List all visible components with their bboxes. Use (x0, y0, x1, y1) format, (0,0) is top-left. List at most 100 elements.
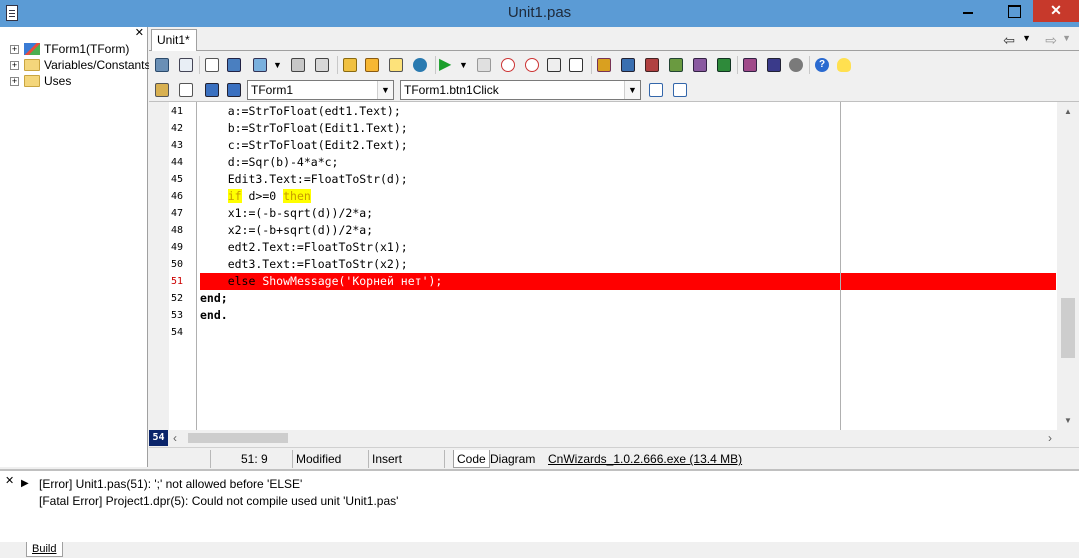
implementation-icon[interactable] (225, 81, 243, 99)
chevron-down-icon[interactable]: ▼ (273, 56, 285, 74)
scrollbar-thumb[interactable] (1061, 298, 1075, 358)
scroll-left-icon[interactable]: ‹ (173, 431, 177, 445)
close-window-button[interactable]: ✕ (1033, 0, 1079, 22)
code-line[interactable]: edt3.Text:=FloatToStr(x2); (200, 256, 1056, 273)
minimize-button[interactable] (953, 0, 983, 22)
wizard-tool-icon[interactable] (765, 56, 783, 74)
tab-unit1[interactable]: Unit1* (151, 29, 197, 51)
expand-arrow-icon[interactable]: ▶ (21, 478, 29, 489)
class-combo[interactable]: TForm1 ▼ (247, 80, 394, 100)
scroll-up-icon[interactable]: ▲ (1064, 107, 1072, 116)
code-line[interactable]: end. (200, 307, 1056, 324)
line-number: 50 (171, 259, 184, 270)
expand-icon[interactable]: + (10, 45, 19, 54)
code-line[interactable]: d:=Sqr(b)-4*a*c; (200, 154, 1056, 171)
wizard-tool-icon[interactable] (643, 56, 661, 74)
code-editor[interactable]: 41 42 43 44 45 46 47 48 49 50 51 52 53 5… (149, 102, 1079, 430)
units-icon[interactable] (153, 81, 171, 99)
expand-icon[interactable]: + (10, 61, 19, 70)
pause-icon[interactable] (475, 56, 493, 74)
message-fatal-error[interactable]: [Fatal Error] Project1.dpr(5): Could not… (39, 494, 398, 508)
chevron-down-icon[interactable]: ▼ (624, 81, 640, 99)
wizard-tool-icon[interactable] (741, 56, 759, 74)
maximize-button[interactable] (999, 0, 1029, 22)
save-all-icon[interactable] (313, 56, 331, 74)
code-line[interactable]: x1:=(-b-sqrt(d))/2*a; (200, 205, 1056, 222)
line-number: 53 (171, 310, 184, 321)
tab-code[interactable]: Code (453, 450, 490, 468)
scrollbar-thumb[interactable] (188, 433, 288, 443)
new-form-icon[interactable] (225, 56, 243, 74)
add-file-icon[interactable] (363, 56, 381, 74)
horizontal-scrollbar[interactable]: ‹ › (168, 430, 1057, 446)
toggle-icon[interactable] (411, 56, 429, 74)
interface-icon[interactable] (203, 81, 221, 99)
tip-lightbulb-icon[interactable] (835, 56, 853, 74)
scroll-down-icon[interactable]: ▼ (1064, 416, 1072, 425)
code-line[interactable]: Edit3.Text:=FloatToStr(d); (200, 171, 1056, 188)
chevron-down-icon[interactable]: ▼ (1022, 33, 1031, 43)
back-arrow-icon[interactable]: ⇦ (1003, 32, 1015, 49)
tab-diagram[interactable]: Diagram (487, 450, 538, 468)
tree-item-uses[interactable]: + Uses (0, 73, 147, 89)
chevron-down-icon[interactable]: ▼ (1062, 33, 1071, 43)
title-bar: Unit1.pas ✕ (0, 0, 1079, 27)
line-number: 46 (171, 191, 184, 202)
folder-icon (24, 75, 40, 87)
tree-item-label: Uses (44, 74, 72, 88)
code-line[interactable]: c:=StrToFloat(Edit2.Text); (200, 137, 1056, 154)
settings-icon[interactable] (787, 56, 805, 74)
tree-item-label: Variables/Constants (44, 58, 151, 72)
open-icon[interactable] (251, 56, 269, 74)
code-line[interactable]: edt2.Text:=FloatToStr(x1); (200, 239, 1056, 256)
then-keyword: then (283, 189, 311, 203)
chevron-down-icon[interactable]: ▼ (377, 81, 393, 99)
expand-icon[interactable]: + (10, 77, 19, 86)
tree-item-variables[interactable]: + Variables/Constants (0, 57, 151, 73)
code-line[interactable]: x2:=(-b+sqrt(d))/2*a; (200, 222, 1056, 239)
view-unit-icon[interactable] (177, 56, 195, 74)
help-icon[interactable]: ? (813, 56, 831, 74)
line-number: 47 (171, 208, 184, 219)
scroll-right-icon[interactable]: › (1048, 431, 1052, 445)
method-combo[interactable]: TForm1.btn1Click ▼ (400, 80, 641, 100)
code-line-if[interactable]: if d>=0 then (200, 188, 1056, 205)
tree-item-tform1[interactable]: + TForm1(TForm) (0, 41, 147, 57)
vertical-scrollbar[interactable]: ▲ ▼ (1057, 102, 1079, 430)
trace-into-icon[interactable] (499, 56, 517, 74)
save-icon[interactable] (289, 56, 307, 74)
run-icon[interactable]: ▶ (439, 56, 457, 74)
wizard-tool-icon[interactable] (667, 56, 685, 74)
list-view-icon[interactable] (671, 81, 689, 99)
forward-arrow-icon[interactable]: ⇨ (1045, 32, 1057, 49)
cnwizards-link[interactable]: CnWizards_1.0.2.666.exe (13.4 MB) (545, 450, 745, 468)
messages-panel: ✕ ▶ [Error] Unit1.pas(51): ';' not allow… (0, 469, 1079, 542)
line-number: 54 (171, 327, 184, 338)
wizard-tool-icon[interactable] (595, 56, 613, 74)
code-line[interactable]: a:=StrToFloat(edt1.Text); (200, 103, 1056, 120)
run-to-cursor-icon[interactable] (545, 56, 563, 74)
tab-build[interactable]: Build (26, 542, 64, 557)
chevron-down-icon[interactable]: ▼ (459, 56, 471, 74)
code-line[interactable]: b:=StrToFloat(Edit1.Text); (200, 120, 1056, 137)
close-messages-icon[interactable]: ✕ (5, 474, 14, 487)
open-project-icon[interactable] (341, 56, 359, 74)
close-panel-icon[interactable]: ✕ (135, 27, 144, 39)
editor-gutter (149, 102, 169, 430)
status-blank (149, 450, 211, 468)
forms-icon[interactable] (177, 81, 195, 99)
compile-icon[interactable] (567, 56, 585, 74)
wizard-tool-icon[interactable] (715, 56, 733, 74)
error-code-line[interactable]: else ShowMessage('Корней нет'); (200, 273, 1056, 290)
message-error[interactable]: [Error] Unit1.pas(51): ';' not allowed b… (39, 477, 302, 491)
code-line[interactable]: end; (200, 290, 1056, 307)
wizard-tool-icon[interactable] (691, 56, 709, 74)
list-view-icon[interactable] (647, 81, 665, 99)
remove-file-icon[interactable] (387, 56, 405, 74)
code-line[interactable] (200, 324, 1056, 341)
step-over-icon[interactable] (523, 56, 541, 74)
wizard-tool-icon[interactable] (619, 56, 637, 74)
class-combo-value: TForm1 (251, 83, 293, 97)
toggle-form-icon[interactable] (153, 56, 171, 74)
new-icon[interactable] (203, 56, 221, 74)
